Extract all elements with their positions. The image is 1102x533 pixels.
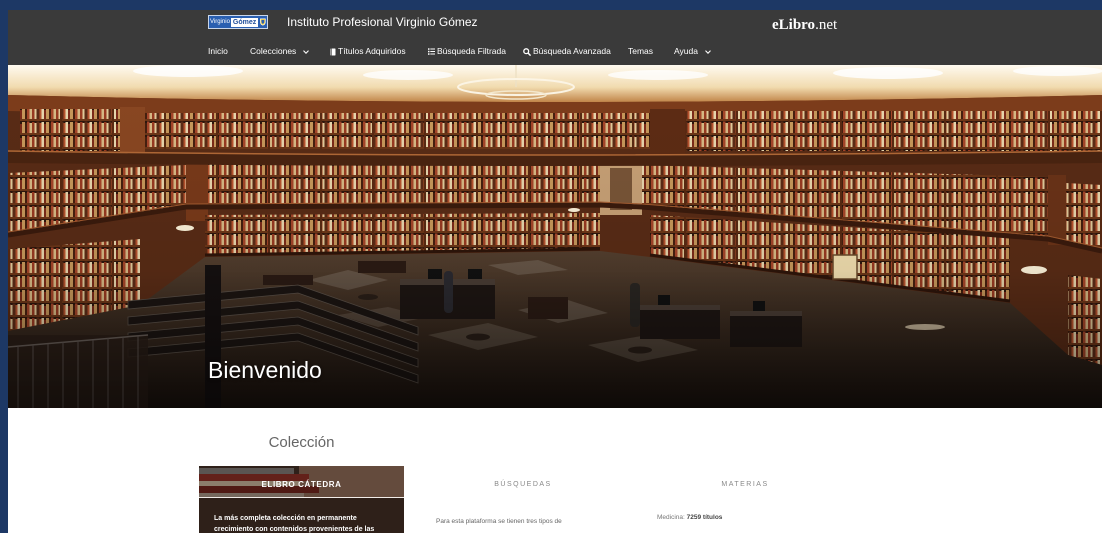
nav-busqueda-avanzada[interactable]: Búsqueda Avanzada [523,46,611,57]
nav-filtrada-label: Búsqueda Filtrada [437,46,506,56]
nav-busqueda-filtrada[interactable]: Búsqueda Filtrada [428,46,506,57]
card-divider [199,497,404,498]
institution-title[interactable]: Instituto Profesional Virginio Gómez [287,14,478,30]
welcome-heading: Bienvenido [208,357,322,383]
nav-inicio-label: Inicio [208,46,228,56]
elibro-brand-logo[interactable]: eLibro.net [772,16,837,34]
nav-titulos-adquiridos[interactable]: Títulos Adquiridos [330,46,406,57]
elibro-catedra-card[interactable]: ELIBRO CÁTEDRA La más completa colección… [199,466,404,533]
nav-temas[interactable]: Temas [628,46,653,57]
brand-suffix: .net [815,17,838,33]
book-icon [330,48,336,55]
nav-colecciones[interactable]: Colecciones [250,46,310,57]
shield-icon [260,18,266,26]
card-description-line: La más completa colección en permanente [214,515,357,522]
page: Virginio Gómez Instituto Profesional Vir… [8,10,1102,533]
nav-inicio[interactable]: Inicio [208,46,228,57]
nav-ayuda[interactable]: Ayuda [674,46,711,57]
card-description-line: crecimiento con contenidos provenientes … [214,526,375,533]
brand-main: eLibro [772,17,816,33]
subjects-heading: MATERIAS [721,481,769,488]
hero-banner: Bienvenido [8,65,1102,408]
search-icon [523,47,531,56]
searches-description: Para esta plataforma se tienen tres tipo… [436,518,562,525]
institution-logo[interactable]: Virginio Gómez [208,15,268,29]
card-title: ELIBRO CÁTEDRA [261,480,342,489]
subject-link-medicina[interactable]: Medicina: 7259 títulos [657,513,722,522]
logo-text-virginio: Virginio [210,19,230,25]
chevron-down-icon [303,49,310,54]
searches-heading: BÚSQUEDAS [494,481,552,488]
chevron-down-icon [705,49,711,54]
nav-temas-label: Temas [628,46,654,56]
nav-titulos-label: Títulos Adquiridos [338,46,406,56]
subject-name: Medicina: [657,514,685,521]
subject-count: 7259 títulos [686,514,723,521]
nav-ayuda-label: Ayuda [674,46,698,56]
nav-avanzada-label: Búsqueda Avanzada [533,46,611,56]
list-icon [428,48,435,55]
nav-colecciones-label: Colecciones [250,46,297,56]
collection-heading: Colección [268,434,335,451]
top-header: Virginio Gómez Instituto Profesional Vir… [8,10,1102,65]
logo-text-gomez: Gómez [230,17,259,27]
library-photo [8,65,1102,408]
